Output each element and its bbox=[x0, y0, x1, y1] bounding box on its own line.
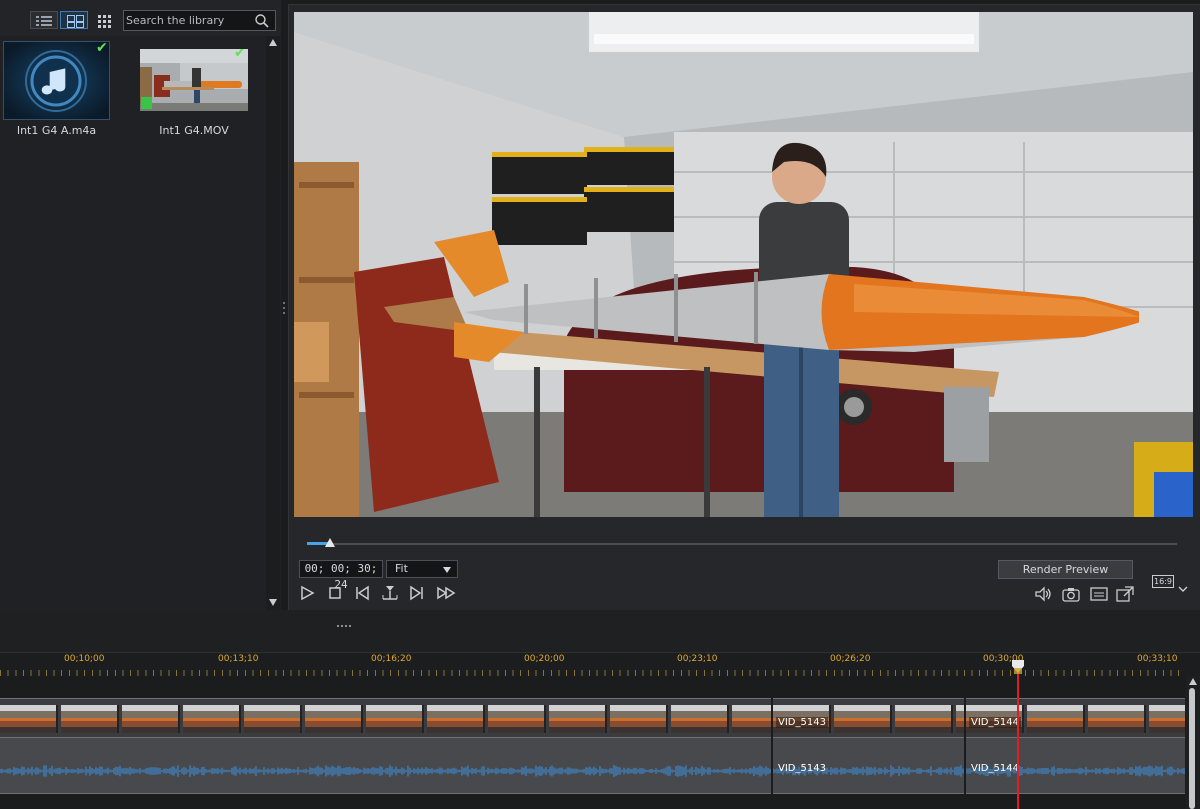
ruler-tick-label: 00;20;00 bbox=[524, 654, 565, 664]
video-frame-thumbnail bbox=[244, 705, 302, 733]
audio-clip[interactable] bbox=[0, 738, 771, 794]
ruler-tick-label: 00;26;20 bbox=[830, 654, 871, 664]
volume-button[interactable] bbox=[1034, 586, 1052, 602]
seek-slider-handle[interactable] bbox=[325, 538, 335, 547]
play-icon bbox=[301, 585, 315, 601]
ruler-tick-label: 00;10;00 bbox=[64, 654, 105, 664]
speaker-icon bbox=[1035, 586, 1051, 602]
next-frame-icon bbox=[410, 585, 423, 601]
video-frame-thumbnail bbox=[122, 705, 180, 733]
snapshot-button[interactable] bbox=[1062, 586, 1080, 602]
video-frame-thumbnail bbox=[895, 705, 953, 733]
previous-frame-button[interactable] bbox=[354, 585, 372, 601]
split-clip-button[interactable] bbox=[381, 585, 399, 601]
music-note-icon bbox=[4, 42, 109, 119]
panel-splitter[interactable] bbox=[0, 610, 1200, 652]
ruler-tick-label: 00;23;10 bbox=[677, 654, 718, 664]
scroll-up-icon[interactable] bbox=[1189, 678, 1197, 685]
next-frame-button[interactable] bbox=[409, 585, 427, 601]
search-icon[interactable] bbox=[255, 14, 269, 28]
grid-view-button[interactable] bbox=[97, 13, 111, 28]
video-clip[interactable]: VID_5144 bbox=[966, 698, 1185, 738]
library-item-label: Int1 G4.MOV bbox=[159, 124, 229, 137]
chevron-down-icon bbox=[443, 567, 451, 573]
fast-forward-button[interactable] bbox=[436, 585, 456, 601]
timeline-scrollbar-thumb[interactable] bbox=[1189, 688, 1195, 809]
scroll-up-icon[interactable] bbox=[269, 39, 277, 46]
video-frame-thumbnail bbox=[671, 705, 729, 733]
playhead[interactable] bbox=[1017, 662, 1019, 809]
ruler-tick-label: 00;13;10 bbox=[218, 654, 259, 664]
ruler-tick-label: 00;33;10 bbox=[1137, 654, 1178, 664]
video-frame-thumbnail bbox=[61, 705, 119, 733]
zoom-select[interactable]: Fit bbox=[386, 560, 458, 578]
aspect-ratio-dropdown[interactable] bbox=[1178, 578, 1188, 592]
video-frame-thumbnail bbox=[1088, 705, 1146, 733]
library-item-label: Int1 G4 A.m4a bbox=[16, 124, 97, 137]
scroll-down-icon[interactable] bbox=[269, 599, 277, 606]
subtitles-button[interactable] bbox=[1090, 586, 1108, 602]
video-clip[interactable] bbox=[0, 698, 771, 738]
render-preview-button[interactable]: Render Preview bbox=[998, 560, 1133, 579]
video-frame-thumbnail bbox=[834, 705, 892, 733]
grid-view-icon bbox=[98, 15, 111, 28]
ruler-tick-label: 00;16;20 bbox=[371, 654, 412, 664]
aspect-ratio-badge[interactable]: 16:9 bbox=[1152, 575, 1174, 588]
video-frame-thumbnail bbox=[956, 705, 964, 733]
audio-waveform bbox=[0, 765, 771, 777]
split-icon bbox=[382, 586, 398, 600]
clip-label: VID_5144 bbox=[969, 717, 1021, 728]
fast-forward-icon bbox=[437, 586, 456, 600]
library-scrollbar[interactable] bbox=[266, 36, 280, 610]
library-search-box[interactable] bbox=[123, 10, 276, 31]
clip-label: VID_5143 bbox=[778, 763, 826, 774]
video-frame-thumbnail bbox=[1027, 705, 1085, 733]
previous-frame-icon bbox=[356, 585, 369, 601]
timecode-display[interactable]: 00; 00; 30; 24 bbox=[299, 560, 383, 591]
video-frame-thumbnail bbox=[1149, 705, 1185, 733]
video-frame-thumbnail bbox=[366, 705, 424, 733]
undock-preview-button[interactable] bbox=[1116, 586, 1134, 602]
splitter-grip-icon[interactable] bbox=[337, 613, 353, 627]
camera-icon bbox=[1062, 588, 1080, 602]
video-clip[interactable]: VID_5143 bbox=[773, 698, 964, 738]
chevron-down-icon bbox=[1178, 586, 1188, 592]
video-frame-thumbnail bbox=[183, 705, 241, 733]
playhead-marker-icon[interactable] bbox=[1011, 659, 1025, 674]
zoom-select-value: Fit bbox=[395, 562, 408, 575]
imported-check-icon: ✔ bbox=[96, 40, 108, 56]
video-frame-thumbnail bbox=[488, 705, 546, 733]
clip-label: VID_5143 bbox=[776, 717, 828, 728]
external-window-icon bbox=[1116, 586, 1134, 602]
stop-button[interactable] bbox=[327, 585, 345, 601]
video-badge-icon bbox=[141, 97, 152, 109]
library-item-video[interactable]: ✔ bbox=[140, 49, 248, 111]
library-item-audio[interactable]: ✔ bbox=[3, 40, 110, 120]
video-frame-thumbnail bbox=[0, 705, 58, 733]
seek-bar[interactable] bbox=[307, 543, 1177, 545]
video-frame-thumbnail bbox=[305, 705, 363, 733]
thumbnail-view-button[interactable] bbox=[60, 11, 88, 29]
play-button[interactable] bbox=[299, 585, 317, 601]
details-view-button[interactable] bbox=[30, 11, 58, 29]
vertical-splitter-grip-icon[interactable] bbox=[282, 300, 287, 316]
library-search-input[interactable] bbox=[126, 12, 252, 29]
subtitles-icon bbox=[1090, 587, 1108, 601]
stop-icon bbox=[329, 587, 341, 599]
video-preview[interactable] bbox=[294, 12, 1193, 517]
clip-label: VID_5144 bbox=[971, 763, 1019, 774]
audio-clip[interactable]: VID_5144 bbox=[966, 738, 1185, 794]
video-frame-image bbox=[294, 12, 1193, 517]
video-frame-thumbnail bbox=[610, 705, 668, 733]
video-frame-thumbnail bbox=[549, 705, 607, 733]
video-thumbnail-image bbox=[140, 49, 248, 111]
audio-clip[interactable]: VID_5143 bbox=[773, 738, 964, 794]
video-frame-thumbnail bbox=[732, 705, 771, 733]
video-frame-thumbnail bbox=[427, 705, 485, 733]
imported-check-icon: ✔ bbox=[234, 49, 246, 61]
